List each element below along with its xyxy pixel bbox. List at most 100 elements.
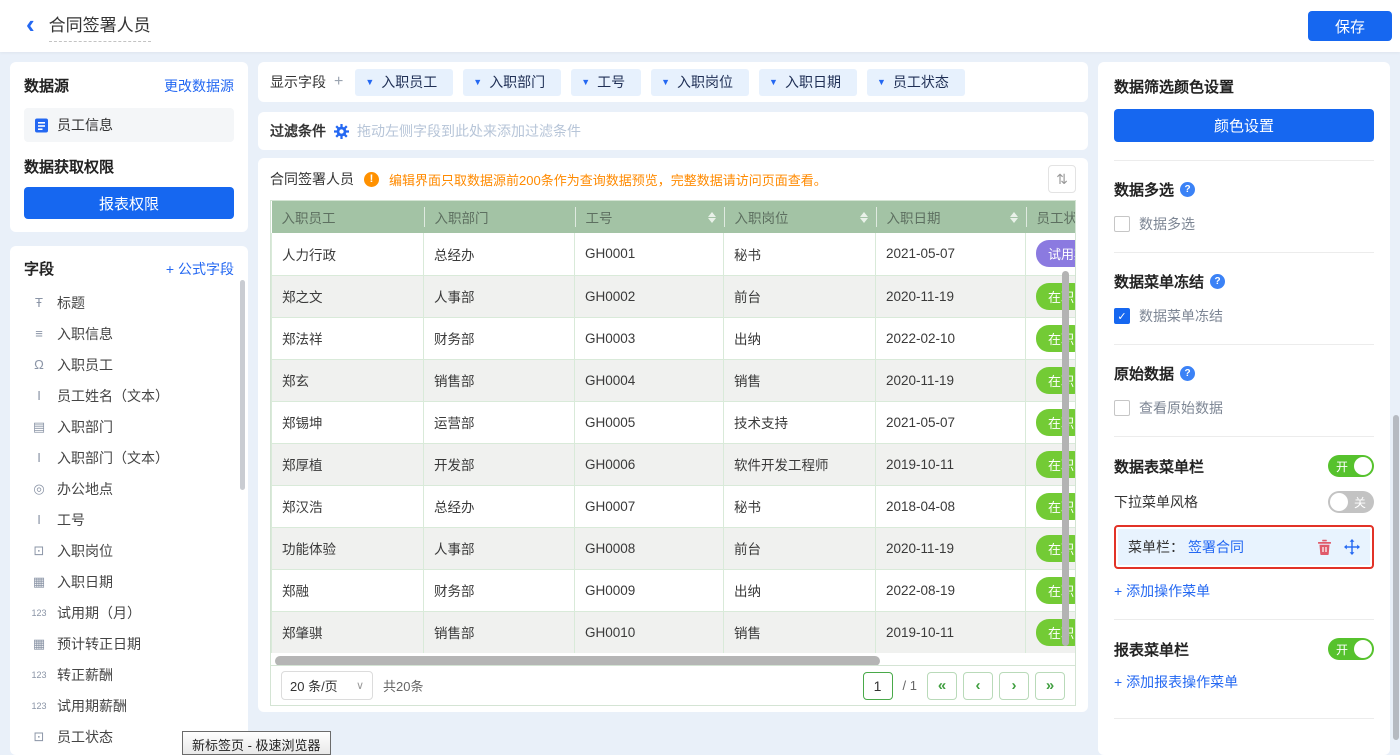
raw-data-checkbox[interactable]: 查看原始数据 [1114, 398, 1374, 418]
field-item[interactable]: 123试用期（月） [24, 597, 234, 628]
color-setting-button[interactable]: 颜色设置 [1114, 109, 1374, 142]
page-number-input[interactable]: 1 [863, 672, 893, 700]
table-cell: GH0005 [575, 401, 724, 443]
add-display-field-button[interactable]: + [334, 73, 343, 91]
back-icon[interactable]: ‹ [26, 11, 35, 37]
display-field-chip[interactable]: ▼入职部门 [463, 69, 561, 96]
save-button[interactable]: 保存 [1308, 11, 1392, 41]
field-label: 员工状态 [57, 727, 113, 747]
table-cell: 销售 [724, 611, 876, 653]
raw-data-label: 查看原始数据 [1139, 398, 1223, 418]
field-item[interactable]: ▤入职部门 [24, 411, 234, 442]
table-cell: GH0009 [575, 569, 724, 611]
next-page-button[interactable]: › [999, 672, 1029, 700]
table-cell: 秘书 [724, 485, 876, 527]
table-box: 入职员工入职部门工号入职岗位入职日期员工状态 人力行政总经办GH0001秘书20… [270, 200, 1076, 706]
display-field-chip[interactable]: ▼入职员工 [355, 69, 453, 96]
sort-carets-icon[interactable] [860, 212, 868, 223]
text-icon: I [30, 512, 48, 527]
table-title: 合同签署人员 [270, 169, 354, 189]
field-item[interactable]: ≡ 入职信息 [24, 318, 234, 349]
change-datasource-link[interactable]: 更改数据源 [164, 76, 234, 96]
field-item[interactable]: ◎办公地点 [24, 473, 234, 504]
sort-carets-icon[interactable] [708, 212, 716, 223]
field-item[interactable]: I工号 [24, 504, 234, 535]
field-item[interactable]: 123转正薪酬 [24, 659, 234, 690]
table-vertical-scrollbar[interactable] [1062, 271, 1069, 646]
column-header[interactable]: 入职日期 [876, 201, 1026, 233]
status-cell: 试用期 [1026, 233, 1076, 275]
column-header[interactable]: 入职岗位 [724, 201, 876, 233]
field-item[interactable]: Ŧ标题 [24, 287, 234, 318]
page-size-select[interactable]: 20 条/页 ∨ [281, 671, 373, 700]
table-cell: GH0010 [575, 611, 724, 653]
select-icon: ⊡ [30, 729, 48, 745]
column-header[interactable]: 工号 [575, 201, 724, 233]
multi-select-checkbox[interactable]: 数据多选 [1114, 214, 1374, 234]
permission-title: 数据获取权限 [24, 156, 234, 177]
status-badge: 在职 [1036, 493, 1075, 520]
sort-order-button[interactable]: ⇅ [1048, 165, 1076, 193]
fields-scrollbar[interactable] [240, 280, 245, 490]
multi-select-label: 数据多选 [1139, 214, 1195, 234]
menu-freeze-title: 数据菜单冻结 [1114, 271, 1204, 292]
gear-icon[interactable] [334, 124, 349, 139]
add-formula-field-link[interactable]: + 公式字段 [166, 259, 234, 279]
table-cell: 郑法祥 [272, 317, 424, 359]
menu-freeze-checkbox[interactable]: ✓ 数据菜单冻结 [1114, 306, 1374, 326]
window-scrollbar[interactable] [1393, 415, 1399, 740]
table-cell: 财务部 [424, 569, 575, 611]
datasource-item[interactable]: 员工信息 [24, 108, 234, 142]
datasource-item-label: 员工信息 [57, 115, 113, 135]
report-permission-button[interactable]: 报表权限 [24, 187, 234, 219]
display-field-chip[interactable]: ▼工号 [571, 69, 641, 96]
table-cell: GH0007 [575, 485, 724, 527]
help-icon[interactable]: ? [1210, 274, 1225, 289]
first-page-button[interactable]: « [927, 672, 957, 700]
form-icon: ≡ [30, 326, 48, 341]
table-cell: 2022-02-10 [876, 317, 1026, 359]
field-item[interactable]: 123 试用期薪酬 [24, 690, 234, 721]
field-item[interactable]: I员工姓名（文本） [24, 380, 234, 411]
table-cell: GH0006 [575, 443, 724, 485]
toggle-state-label: 关 [1354, 494, 1366, 511]
toggle-knob [1354, 457, 1372, 475]
field-label: 入职信息 [57, 324, 113, 344]
table-cell: 郑肇骐 [272, 611, 424, 653]
field-item[interactable]: I入职部门（文本） [24, 442, 234, 473]
field-item[interactable]: Ω入职员工 [24, 349, 234, 380]
field-item[interactable]: ⊡入职岗位 [24, 535, 234, 566]
document-icon [34, 118, 49, 133]
display-field-chip[interactable]: ▼员工状态 [867, 69, 965, 96]
number-icon: 123 [30, 701, 48, 711]
sort-carets-icon[interactable] [1010, 212, 1018, 223]
field-label: 试用期薪酬 [57, 696, 127, 716]
table-cell: 2019-10-11 [876, 611, 1026, 653]
move-icon[interactable] [1344, 539, 1360, 555]
add-report-action-menu-link[interactable]: + 添加报表操作菜单 [1114, 672, 1238, 692]
field-item[interactable]: ▦入职日期 [24, 566, 234, 597]
title-icon: Ŧ [30, 295, 48, 310]
table-cell: 郑之文 [272, 275, 424, 317]
field-item[interactable]: ▦预计转正日期 [24, 628, 234, 659]
chip-label: 员工状态 [893, 72, 949, 92]
column-header[interactable]: 员工状态 [1026, 201, 1076, 233]
help-icon[interactable]: ? [1180, 182, 1195, 197]
number-icon: 123 [30, 608, 48, 618]
member-icon: Ω [30, 357, 48, 372]
last-page-button[interactable]: » [1035, 672, 1065, 700]
add-action-menu-link[interactable]: + 添加操作菜单 [1114, 581, 1210, 601]
report-menu-toggle[interactable]: 开 [1328, 638, 1374, 660]
table-cell: 财务部 [424, 317, 575, 359]
menu-bar-item[interactable]: 菜单栏： 签署合同 [1118, 529, 1370, 565]
table-menu-toggle[interactable]: 开 [1328, 455, 1374, 477]
display-field-chip[interactable]: ▼入职岗位 [651, 69, 749, 96]
table-panel: 合同签署人员 ! 编辑界面只取数据源前200条作为查询数据预览，完整数据请访问页… [258, 158, 1088, 712]
chevron-down-icon: ∨ [356, 679, 364, 692]
dropdown-style-toggle[interactable]: 关 [1328, 491, 1374, 513]
display-field-chip[interactable]: ▼入职日期 [759, 69, 857, 96]
trash-icon[interactable] [1317, 539, 1332, 555]
help-icon[interactable]: ? [1180, 366, 1195, 381]
prev-page-button[interactable]: ‹ [963, 672, 993, 700]
select-icon: ⊡ [30, 543, 48, 559]
